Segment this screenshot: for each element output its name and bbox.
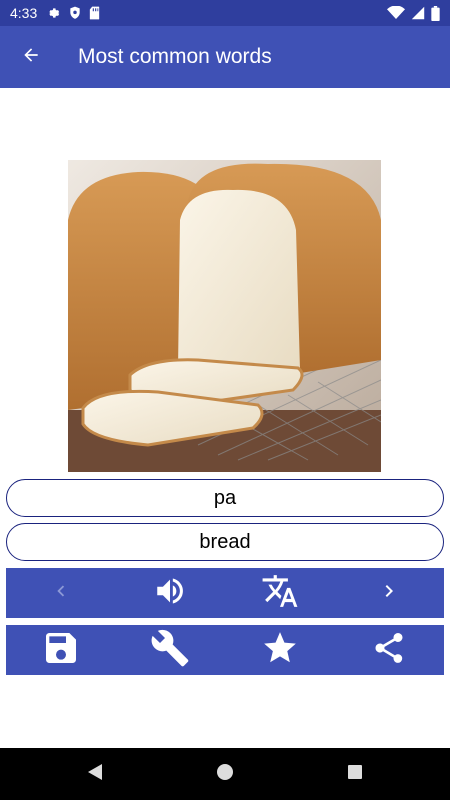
play-sound-button[interactable] — [140, 568, 200, 618]
shield-icon — [69, 6, 81, 20]
recents-square-icon — [347, 764, 363, 785]
arrow-back-icon — [21, 45, 41, 70]
back-triangle-icon — [87, 763, 103, 786]
previous-button[interactable] — [31, 568, 91, 618]
status-left-icons — [47, 6, 100, 20]
system-recents-button[interactable] — [340, 759, 370, 789]
sd-card-icon — [89, 6, 100, 20]
signal-icon — [411, 6, 425, 20]
settings-button[interactable] — [140, 625, 200, 675]
actions-toolbar — [6, 625, 444, 675]
wifi-icon — [387, 6, 405, 20]
system-nav-bar — [0, 748, 450, 800]
system-home-button[interactable] — [210, 759, 240, 789]
page-title: Most common words — [78, 45, 272, 68]
native-word[interactable]: pa — [6, 479, 444, 517]
translate-icon — [261, 572, 299, 615]
status-right-icons — [387, 5, 440, 21]
next-button[interactable] — [359, 568, 419, 618]
share-icon — [371, 630, 407, 671]
back-button[interactable] — [0, 26, 62, 88]
word-image — [68, 160, 381, 472]
bread-photo — [68, 160, 381, 472]
wrench-icon — [150, 628, 190, 673]
system-back-button[interactable] — [80, 759, 110, 789]
status-bar: 4:33 — [0, 0, 450, 26]
app-bar: Most common words — [0, 26, 450, 88]
translate-button[interactable] — [250, 568, 310, 618]
gear-icon — [47, 6, 61, 20]
battery-icon — [431, 5, 440, 21]
home-circle-icon — [216, 763, 234, 786]
favorite-button[interactable] — [250, 625, 310, 675]
navigation-toolbar — [6, 568, 444, 618]
chevron-right-icon — [377, 579, 401, 608]
status-time: 4:33 — [10, 5, 38, 21]
chevron-left-icon — [50, 580, 72, 607]
volume-icon — [153, 574, 187, 613]
share-button[interactable] — [359, 625, 419, 675]
translated-word[interactable]: bread — [6, 523, 444, 561]
save-icon — [41, 628, 81, 673]
save-button[interactable] — [31, 625, 91, 675]
star-icon — [261, 629, 299, 672]
